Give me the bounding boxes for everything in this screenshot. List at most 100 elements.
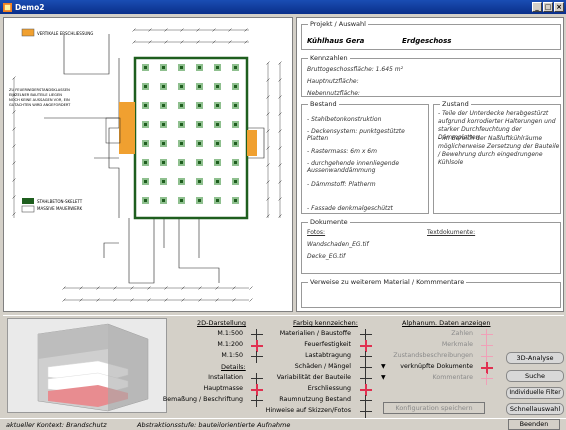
note-line-4: GUTACHTEN WIRD ANGEFORDERT — [9, 103, 71, 107]
column-core — [198, 66, 201, 69]
floor-plan-canvas[interactable]: VERTIKALE ERSCHLIESSUNG ZU FEUERWIDERSTA… — [3, 17, 293, 312]
farbig-row: Raumnutzung Bestand — [279, 396, 351, 403]
legend-skeleton-text: STAHLBETON-SKELETT — [37, 199, 83, 204]
toggle-cross-icon[interactable] — [481, 373, 493, 385]
darstellung-header: 2D-Darstellung — [197, 319, 247, 327]
column-core — [180, 85, 183, 88]
alphanum-header: Alphanum. Daten anzeigen — [402, 319, 491, 327]
alphanum-row: Merkmale — [441, 341, 473, 348]
bestand-item: - Fassade denkmalgeschützt — [307, 205, 393, 212]
quit-button[interactable]: Beenden — [508, 419, 560, 430]
column-core — [162, 104, 165, 107]
column-core — [198, 161, 201, 164]
alphanum-row: Zustandsbeschreibungen — [393, 352, 473, 359]
dimension-tick — [249, 298, 253, 302]
masonry-legend-swatch — [21, 205, 35, 213]
column-core — [162, 66, 165, 69]
details-row: Bemaßung / Beschriftung — [162, 396, 243, 403]
neben-text: Nebennutzfläche: — [307, 90, 360, 97]
skeleton-legend-swatch — [22, 198, 34, 204]
fotos-label: Fotos: — [307, 229, 326, 236]
column-core — [198, 199, 201, 202]
level-status: Abstraktionsstufe: bauteilorientierte Au… — [137, 421, 291, 429]
alphanum-row: verknüpfte Dokumente — [400, 363, 473, 370]
column-core — [234, 161, 237, 164]
minimize-icon[interactable]: _ — [532, 2, 542, 12]
note-line-2: EINZELNER BAUTEILE LIEGEN — [9, 93, 62, 97]
darstellung-row: M.1:200 — [217, 341, 243, 348]
project-legend: Projekt / Auswahl — [310, 20, 366, 28]
column-core — [216, 161, 219, 164]
bestand-item: - durchgehende innenliegende Aussenwandd… — [307, 160, 400, 174]
floor-name: Erdgeschoss — [402, 37, 452, 45]
zustand-fieldset: Zustand - Teile der Unterdecke herabgest… — [433, 100, 561, 214]
farbig-row: Hinweise auf Skizzen/Fotos — [265, 407, 351, 414]
kennzahlen-legend: Kennzahlen — [310, 54, 348, 62]
expand-arrow-icon[interactable]: ▼ — [381, 374, 386, 381]
save-config-button[interactable]: Konfiguration speichern — [383, 402, 485, 414]
farbig-row: Erschliessung — [307, 385, 351, 392]
column-core — [234, 85, 237, 88]
toggle-cross-icon[interactable] — [251, 351, 263, 363]
alphanum-row: Zahlen — [451, 330, 473, 337]
3d-analysis-button[interactable]: 3D-Analyse — [506, 352, 564, 364]
farbig-row: Schäden / Mängel — [294, 363, 351, 370]
column-core — [198, 142, 201, 145]
column-core — [216, 123, 219, 126]
darstellung-row: M.1:50 — [221, 352, 243, 359]
column-core — [234, 180, 237, 183]
farbig-header: Farbig kennzeichen: — [293, 319, 358, 327]
context-status: aktueller Kontext: Brandschutz — [6, 421, 107, 429]
foto-link[interactable]: Decke_EG.tif — [307, 253, 345, 260]
kennzahlen-fieldset: Kennzahlen Bruttogeschossfläche: 1.645 m… — [301, 54, 561, 97]
farbig-row: Variabilität der Bauteile — [276, 374, 351, 381]
search-button[interactable]: Suche — [506, 370, 564, 382]
individual-filter-button[interactable]: Individuelle Filter — [506, 387, 564, 399]
bestand-fieldset: Bestand - Stahlbetonkonstruktion - Decke… — [301, 100, 429, 214]
vertical-access-right — [247, 130, 257, 156]
bestand-item: - Rastermass: 6m x 6m — [307, 148, 377, 155]
foto-link[interactable]: Wandschaden_EG.tif — [307, 241, 369, 248]
close-icon[interactable]: × — [554, 2, 564, 12]
vertical-access-left — [119, 102, 135, 154]
vertical-legend-swatch — [21, 28, 35, 37]
note-line-3: NOCH KEINE AUSSAGEN VOR, EIN — [9, 98, 70, 102]
farbig-row: Feuerfestigkeit — [304, 341, 351, 348]
column-core — [180, 123, 183, 126]
column-core — [144, 104, 147, 107]
column-core — [198, 85, 201, 88]
brutto-text: Bruttogeschossfläche: 1.645 m² — [307, 66, 404, 73]
details-header: Details: — [221, 363, 246, 371]
column-core — [234, 123, 237, 126]
control-panel: 2D-Darstellung M.1:500 M.1:200 M.1:50 De… — [3, 315, 564, 418]
column-core — [144, 161, 147, 164]
column-core — [162, 199, 165, 202]
bestand-legend: Bestand — [310, 100, 337, 108]
legend-masonry-text: MASSIVE MAUERWERK — [37, 206, 83, 211]
alphanum-row: Kommentare — [432, 374, 473, 381]
project-fieldset: Projekt / Auswahl Kühlhaus Gera Erdgesch… — [301, 20, 561, 50]
column-core — [144, 180, 147, 183]
column-core — [162, 161, 165, 164]
column-core — [144, 66, 147, 69]
title-bar: Demo2 _ □ × — [0, 0, 566, 14]
column-core — [180, 199, 183, 202]
column-core — [234, 142, 237, 145]
toggle-cross-icon[interactable] — [360, 406, 372, 418]
dokumente-fieldset: Dokumente Fotos: Textdokumente: Wandscha… — [301, 218, 561, 274]
column-core — [162, 142, 165, 145]
status-bar: aktueller Kontext: Brandschutz Abstrakti… — [0, 418, 566, 430]
stair-left — [105, 117, 121, 144]
column-core — [180, 104, 183, 107]
column-core — [180, 161, 183, 164]
zustand-item: - im Bereich der Naßluftkühlräume möglic… — [438, 135, 560, 166]
maximize-icon[interactable]: □ — [543, 2, 553, 12]
column-core — [216, 85, 219, 88]
zustand-legend: Zustand — [442, 100, 469, 108]
floor-plan[interactable]: VERTIKALE ERSCHLIESSUNG ZU FEUERWIDERSTA… — [4, 18, 293, 312]
dimension-tick — [249, 286, 253, 290]
column-core — [216, 104, 219, 107]
column-core — [144, 199, 147, 202]
quick-select-button[interactable]: Schnellauswahl — [506, 403, 564, 415]
column-core — [234, 199, 237, 202]
